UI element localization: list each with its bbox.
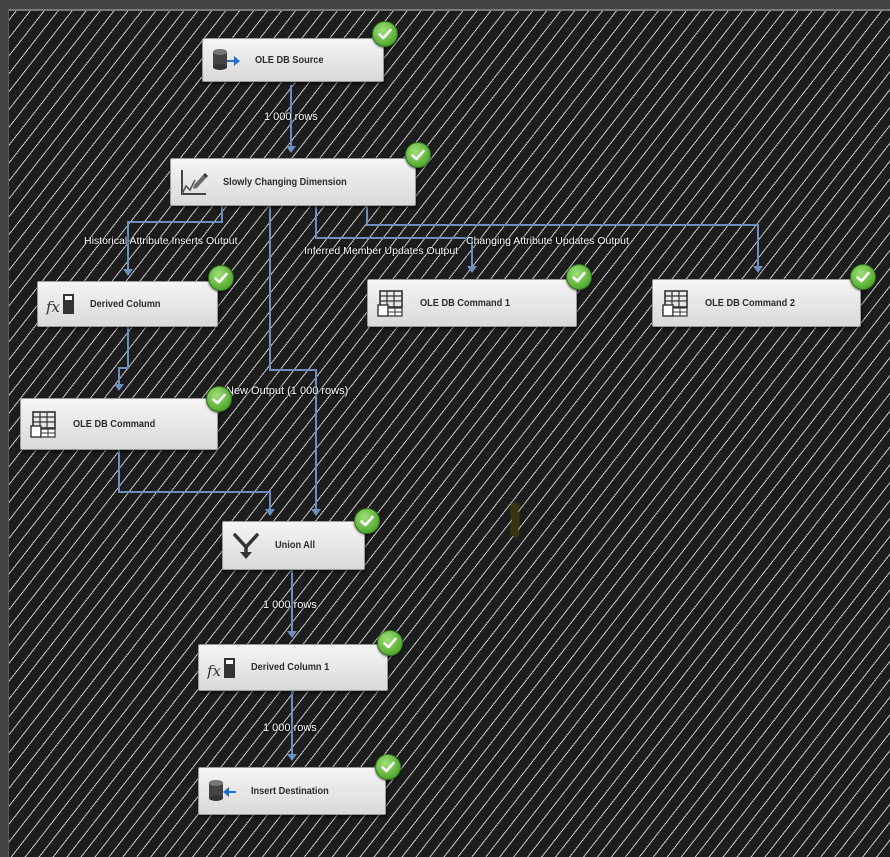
node-ole-db-command-1[interactable]: OLE DB Command 1 [367,279,577,327]
green-check-icon [208,265,234,291]
table-grid-icon [661,288,691,318]
table-grid-icon [376,288,406,318]
node-label: OLE DB Command 1 [420,297,510,309]
edge-label-inferred: Inferred Member Updates Output [304,245,459,257]
path-inferred[interactable] [315,206,473,272]
green-check-icon [566,264,592,290]
edge-label-source-rows: 1 000 rows [264,111,318,123]
green-check-icon [850,264,876,290]
node-label: Union All [275,540,316,551]
cursor-icon [512,504,518,536]
arrowhead-derived-column [123,269,133,276]
svg-text:fx: fx [207,662,222,680]
arrowhead-command-2 [753,266,763,273]
database-arrow-right-icon [211,45,241,75]
green-check-icon [405,142,431,168]
node-label: OLE DB Command 2 [705,297,795,309]
node-derived-column-1[interactable]: fx Derived Column 1 [198,644,388,691]
node-label: OLE DB Source [255,54,324,66]
edge-label-historical: Historical Attribute Inserts Output [84,235,238,247]
arrowhead-union-left [265,509,275,516]
node-slowly-changing-dimension[interactable]: Slowly Changing Dimension [170,158,416,206]
node-label: Derived Column [90,298,161,310]
edge-label-union-rows: 1 000 rows [263,599,317,611]
arrowhead-union-right [311,509,321,516]
node-union-all[interactable]: Union All [222,521,365,570]
edge-label-new-output: New Output (1 000 rows) [226,385,349,397]
arrowhead-destination [287,754,297,761]
green-check-icon [206,386,232,412]
chart-edit-icon [179,167,209,197]
edge-label-changing: Changing Attribute Updates Output [466,235,629,247]
node-insert-destination[interactable]: Insert Destination [198,767,386,815]
arrowhead-derived-column-1 [287,631,297,638]
node-label: OLE DB Command [73,418,156,430]
node-ole-db-command[interactable]: OLE DB Command [20,398,218,450]
node-ole-db-source[interactable]: OLE DB Source [202,38,384,82]
arrowhead-scd [286,146,296,153]
fx-icon: fx [46,289,76,319]
node-ole-db-command-2[interactable]: OLE DB Command 2 [652,279,861,327]
edge-label-derived-rows: 1 000 rows [263,722,317,734]
table-grid-icon [29,409,59,439]
union-merge-icon [231,531,261,561]
node-label: Derived Column 1 [251,662,330,673]
green-check-icon [354,508,380,534]
database-arrow-left-icon [207,776,237,806]
node-derived-column[interactable]: fx Derived Column [37,281,218,327]
path-command-to-union[interactable] [118,450,271,515]
arrowhead-command-1 [467,266,477,273]
path-derived-to-command[interactable] [118,327,129,390]
svg-text:fx: fx [46,298,61,316]
node-label: Insert Destination [251,785,329,797]
arrowhead-command [114,384,124,391]
green-check-icon [377,630,403,656]
node-label: Slowly Changing Dimension [223,176,347,188]
green-check-icon [372,21,398,47]
fx-icon: fx [207,653,237,683]
green-check-icon [375,754,401,780]
